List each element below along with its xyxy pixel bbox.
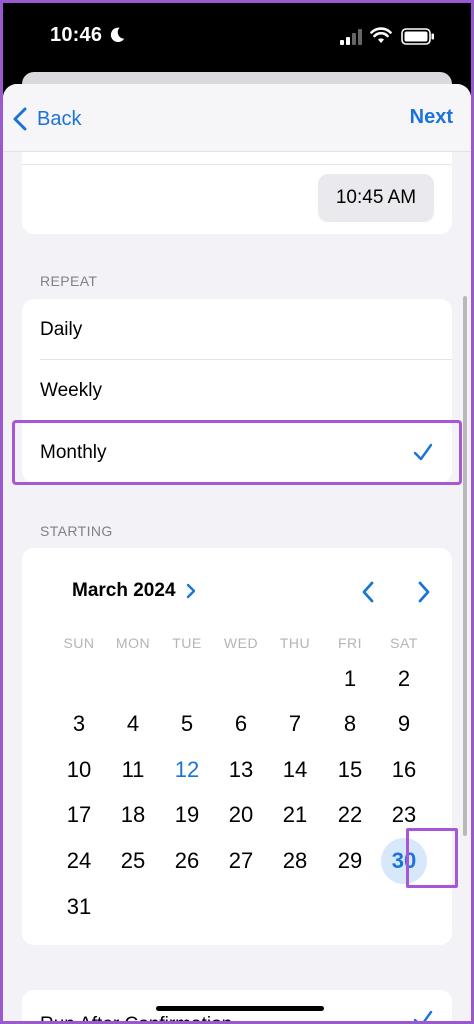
chevron-right-icon (186, 583, 195, 599)
repeat-option-label: Monthly (40, 441, 107, 463)
calendar-day[interactable]: 24 (56, 838, 102, 884)
calendar-day[interactable]: 27 (218, 838, 264, 884)
calendar-day[interactable]: 12 (164, 747, 210, 793)
calendar-day[interactable]: 6 (218, 701, 264, 747)
calendar-day[interactable]: 28 (272, 838, 318, 884)
next-button[interactable]: Next (410, 106, 453, 129)
calendar-day[interactable]: 4 (110, 701, 156, 747)
calendar-day[interactable]: 5 (164, 701, 210, 747)
month-year-label: March 2024 (72, 580, 176, 601)
date-picker-card: March 2024 SUN MON TUE WED THU FRI SAT 1234567… (22, 548, 458, 945)
time-card: 10:45 AM (22, 144, 452, 234)
weekday-label: SUN (63, 635, 95, 651)
repeat-option-label: Weekly (40, 379, 102, 401)
cellular-signal-icon (340, 29, 362, 45)
weekday-label: TUE (172, 635, 202, 651)
back-label: Back (37, 107, 82, 130)
starting-section-label: STARTING (40, 523, 113, 539)
repeat-option-label: Daily (40, 318, 83, 340)
home-indicator (156, 1006, 324, 1011)
calendar-day-selected[interactable]: 30 (381, 838, 427, 884)
divider (22, 164, 452, 165)
calendar-day[interactable]: 16 (381, 747, 427, 793)
calendar-day[interactable]: 21 (272, 792, 318, 838)
calendar-day[interactable]: 3 (56, 701, 102, 747)
checkmark-icon (413, 1010, 433, 1024)
chevron-left-icon (13, 107, 27, 131)
previous-month-button[interactable] (360, 580, 376, 604)
calendar-day[interactable]: 14 (272, 747, 318, 793)
run-after-confirmation-label: Run After Confirmation (40, 1014, 232, 1024)
scrollbar[interactable] (463, 296, 467, 836)
weekday-label: FRI (337, 635, 363, 651)
calendar-day[interactable]: 7 (272, 701, 318, 747)
checkmark-icon (413, 443, 433, 461)
wifi-icon (370, 27, 392, 43)
calendar-day[interactable]: 15 (327, 747, 373, 793)
repeat-option-daily[interactable]: Daily (22, 299, 452, 360)
calendar-day[interactable]: 1 (327, 656, 373, 702)
automation-sheet: 10:45 AM Back Next REPEAT Daily Weekly M… (3, 84, 471, 1024)
weekday-label: SAT (390, 635, 418, 651)
weekday-label: MON (115, 635, 151, 651)
calendar-day[interactable]: 18 (110, 792, 156, 838)
status-bar: 10:46 (0, 0, 474, 74)
weekday-label: WED (223, 635, 259, 651)
calendar-day[interactable]: 29 (327, 838, 373, 884)
weekday-label: THU (279, 635, 311, 651)
moon-icon (110, 27, 125, 43)
calendar-day[interactable]: 19 (164, 792, 210, 838)
next-month-button[interactable] (416, 580, 432, 604)
calendar-day[interactable]: 2 (381, 656, 427, 702)
calendar-day[interactable]: 8 (327, 701, 373, 747)
calendar-day[interactable]: 31 (56, 884, 102, 930)
repeat-option-weekly[interactable]: Weekly (22, 360, 452, 421)
calendar-day[interactable]: 25 (110, 838, 156, 884)
calendar-day[interactable]: 13 (218, 747, 264, 793)
calendar-day[interactable]: 20 (218, 792, 264, 838)
calendar-day[interactable]: 11 (110, 747, 156, 793)
repeat-options-card: Daily Weekly Monthly (12, 299, 462, 485)
calendar-day[interactable]: 26 (164, 838, 210, 884)
navigation-bar: Back Next (3, 84, 471, 152)
month-year-selector[interactable]: March 2024 (72, 580, 196, 602)
calendar-day[interactable]: 22 (327, 792, 373, 838)
back-button[interactable]: Back (13, 104, 81, 134)
calendar-day[interactable]: 10 (56, 747, 102, 793)
status-time: 10:46 (50, 24, 103, 46)
calendar-day[interactable]: 9 (381, 701, 427, 747)
repeat-section-label: REPEAT (40, 273, 98, 289)
calendar-day[interactable]: 23 (381, 792, 427, 838)
calendar-day[interactable]: 17 (56, 792, 102, 838)
repeat-option-monthly[interactable]: Monthly (12, 420, 462, 485)
battery-icon (401, 28, 434, 45)
time-picker[interactable]: 10:45 AM (318, 174, 434, 222)
